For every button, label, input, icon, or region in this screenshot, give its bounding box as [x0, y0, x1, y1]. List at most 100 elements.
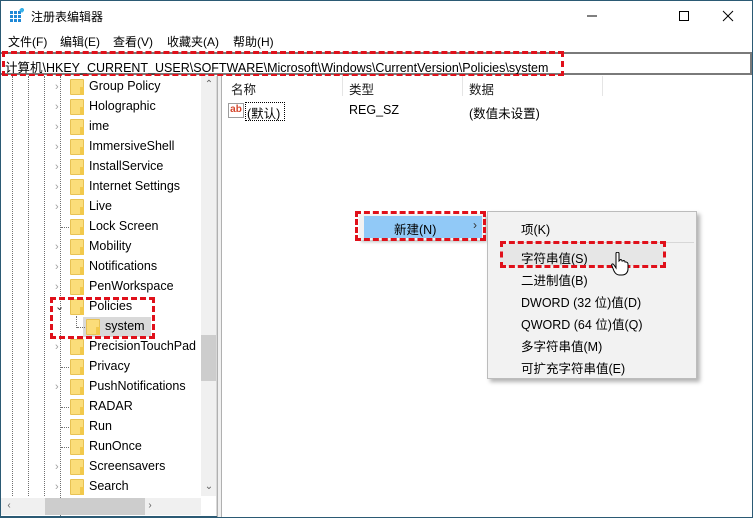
- folder-icon: [70, 219, 84, 235]
- folder-icon: [70, 379, 84, 395]
- tree-item[interactable]: › Live: [1, 197, 201, 217]
- folder-icon: [70, 339, 84, 355]
- chevron-right-icon[interactable]: ›: [55, 240, 65, 254]
- minimize-button[interactable]: [569, 1, 615, 31]
- minimize-icon: [587, 15, 597, 17]
- submenu-item-dword-value[interactable]: DWORD (32 位)值(D): [521, 292, 641, 311]
- tree-item[interactable]: › Screensavers: [1, 457, 201, 477]
- column-header-name[interactable]: 名称: [231, 79, 256, 98]
- tree-item[interactable]: Lock Screen: [1, 217, 201, 237]
- tree-item[interactable]: RADAR: [1, 397, 201, 417]
- tree-item[interactable]: Privacy: [1, 357, 201, 377]
- tree-connector-line: [77, 327, 85, 328]
- tree-item[interactable]: system: [1, 317, 201, 337]
- tree-item[interactable]: RunOnce: [1, 437, 201, 457]
- tree-item[interactable]: › ImmersiveShell: [1, 137, 201, 157]
- tree-item[interactable]: › Internet Settings: [1, 177, 201, 197]
- value-name[interactable]: (默认): [247, 103, 280, 122]
- tree-item-label: system: [105, 319, 145, 333]
- close-button[interactable]: [705, 1, 751, 31]
- tree-item-label: Policies: [89, 299, 133, 313]
- tree-item[interactable]: › Notifications: [1, 257, 201, 277]
- menu-bar: 文件(F) 编辑(E) 查看(V) 收藏夹(A) 帮助(H): [1, 31, 752, 51]
- registry-editor-window: 注册表编辑器 文件(F) 编辑(E) 查看(V) 收藏夹(A) 帮助(H) 计算…: [0, 0, 753, 518]
- chevron-right-icon[interactable]: ›: [55, 140, 65, 154]
- tree-item[interactable]: › Search: [1, 477, 201, 497]
- folder-icon: [70, 479, 84, 495]
- tree-item[interactable]: › Holographic: [1, 97, 201, 117]
- window-title: 注册表编辑器: [31, 10, 104, 24]
- chevron-right-icon[interactable]: ›: [55, 340, 65, 354]
- column-header-type[interactable]: 类型: [349, 79, 374, 98]
- tree-horizontal-scrollbar[interactable]: ‹ ›: [1, 498, 201, 515]
- address-path[interactable]: 计算机\HKEY_CURRENT_USER\SOFTWARE\Microsoft…: [5, 57, 548, 76]
- chevron-right-icon[interactable]: ›: [55, 120, 65, 134]
- chevron-right-icon[interactable]: ›: [55, 100, 65, 114]
- submenu-item-binary-value[interactable]: 二进制值(B): [521, 270, 588, 289]
- tree-vscroll-thumb[interactable]: [201, 335, 216, 381]
- folder-icon: [70, 459, 84, 475]
- tree-item[interactable]: Run: [1, 417, 201, 437]
- tree-item[interactable]: › PrecisionTouchPad: [1, 337, 201, 357]
- tree-item-label: Search: [89, 479, 129, 493]
- submenu-item-key[interactable]: 项(K): [521, 219, 550, 238]
- menu-item-new[interactable]: 新建(N) ›: [364, 216, 482, 238]
- menu-favorites[interactable]: 收藏夹(A): [167, 33, 219, 50]
- folder-icon: [70, 419, 84, 435]
- tree-item[interactable]: › PenWorkspace: [1, 277, 201, 297]
- tree-item[interactable]: ⌄ Policies: [1, 297, 201, 317]
- tree-hscroll-thumb[interactable]: [45, 498, 145, 515]
- chevron-right-icon[interactable]: ›: [55, 200, 65, 214]
- tree-item-label: Group Policy: [89, 79, 161, 93]
- column-header-data[interactable]: 数据: [469, 79, 494, 98]
- submenu-item-multi-string-value[interactable]: 多字符串值(M): [521, 336, 602, 355]
- tree-item-label: Live: [89, 199, 112, 213]
- scroll-right-icon[interactable]: ›: [142, 500, 158, 511]
- menu-view[interactable]: 查看(V): [113, 33, 153, 50]
- tree-item[interactable]: › ime: [1, 117, 201, 137]
- scroll-down-icon[interactable]: ⌄: [201, 481, 216, 492]
- chevron-right-icon[interactable]: ›: [55, 280, 65, 294]
- chevron-down-icon[interactable]: ⌄: [55, 300, 65, 314]
- context-menu: 新建(N) ›: [359, 214, 485, 240]
- submenu-item-expandable-string-value[interactable]: 可扩充字符串值(E): [521, 358, 625, 377]
- chevron-right-icon[interactable]: ›: [55, 260, 65, 274]
- tree-item[interactable]: › Group Policy: [1, 77, 201, 97]
- submenu-item-qword-value[interactable]: QWORD (64 位)值(Q): [521, 314, 643, 333]
- tree-connector-line: [61, 367, 69, 368]
- tree-connector-line: [61, 447, 69, 448]
- tree-item[interactable]: › Mobility: [1, 237, 201, 257]
- folder-icon: [70, 119, 84, 135]
- chevron-right-icon[interactable]: ›: [55, 460, 65, 474]
- chevron-right-icon[interactable]: ›: [55, 160, 65, 174]
- chevron-right-icon[interactable]: ›: [55, 80, 65, 94]
- column-separator[interactable]: [462, 76, 463, 96]
- column-separator[interactable]: [342, 76, 343, 96]
- folder-icon: [70, 179, 84, 195]
- menu-help[interactable]: 帮助(H): [233, 33, 274, 50]
- tree-vertical-scrollbar[interactable]: ⌃ ⌄: [201, 76, 216, 496]
- scroll-left-icon[interactable]: ‹: [1, 500, 17, 511]
- submenu-item-string-value[interactable]: 字符串值(S): [521, 248, 588, 267]
- chevron-right-icon[interactable]: ›: [55, 480, 65, 494]
- chevron-right-icon[interactable]: ›: [55, 180, 65, 194]
- maximize-icon: [679, 11, 689, 21]
- maximize-button[interactable]: [661, 1, 707, 31]
- tree-item[interactable]: › PushNotifications: [1, 377, 201, 397]
- chevron-right-icon[interactable]: ›: [55, 380, 65, 394]
- menu-file[interactable]: 文件(F): [8, 33, 47, 50]
- tree-item[interactable]: › InstallService: [1, 157, 201, 177]
- tree-item-label: Lock Screen: [89, 219, 159, 233]
- tree-item-label: RADAR: [89, 399, 133, 413]
- menu-item-new-label: 新建(N): [394, 223, 437, 237]
- folder-icon: [70, 399, 84, 415]
- menu-edit[interactable]: 编辑(E): [60, 33, 100, 50]
- tree-item-label: PushNotifications: [89, 379, 186, 393]
- folder-icon: [70, 299, 84, 315]
- tree-item-label: ime: [89, 119, 110, 133]
- tree-item-label: PrecisionTouchPad: [89, 339, 197, 353]
- scroll-up-icon[interactable]: ⌃: [201, 79, 216, 90]
- address-bar[interactable]: 计算机\HKEY_CURRENT_USER\SOFTWARE\Microsoft…: [1, 52, 752, 75]
- folder-icon: [70, 159, 84, 175]
- column-separator[interactable]: [602, 76, 603, 96]
